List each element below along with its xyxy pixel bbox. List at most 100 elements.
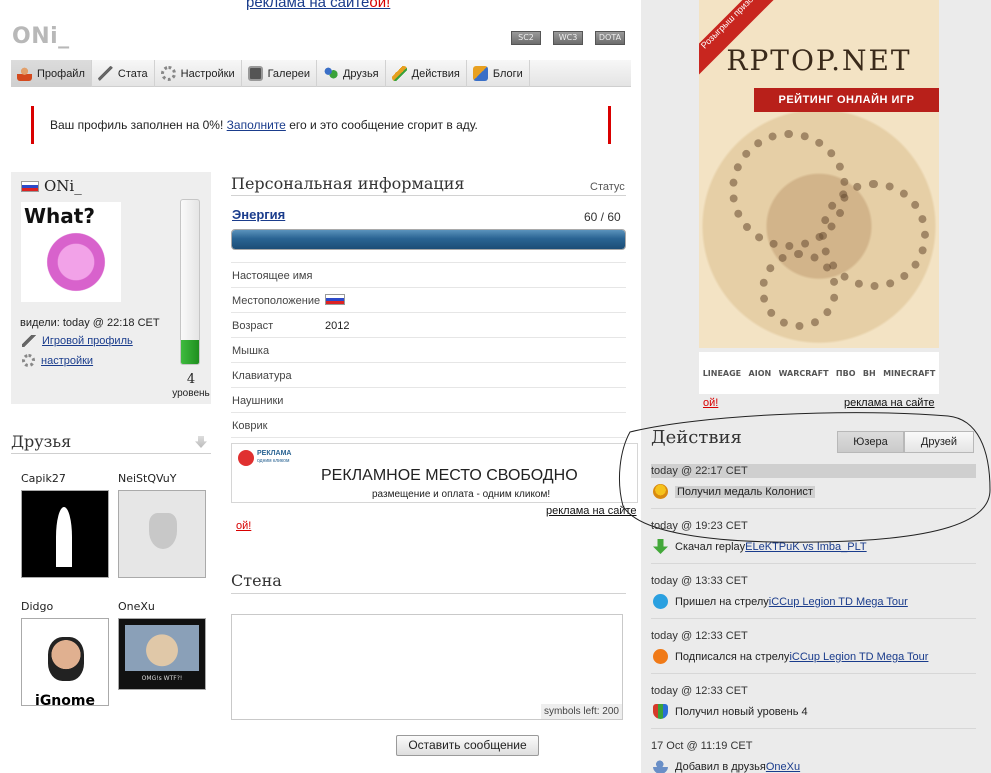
segment-user[interactable]: Юзера xyxy=(837,431,904,453)
friends-title: Друзья xyxy=(11,432,72,451)
collapse-arrow-icon[interactable] xyxy=(195,436,207,448)
activity-date: 17 Oct @ 11:19 CET xyxy=(651,740,753,752)
profile-nav-tabs: Профайл Стата Настройки Галереи Друзья Д… xyxy=(11,60,631,87)
activity-separator xyxy=(651,563,976,564)
info-row: Настоящее имя xyxy=(231,263,626,288)
ad-placeholder[interactable]: РЕКЛАМА одним кликом РЕКЛАМНОЕ МЕСТО СВО… xyxy=(231,443,638,503)
top-ad-link[interactable]: реклама на сайтеой! xyxy=(246,0,390,11)
tournament-link[interactable]: iCCup Legion TD Mega Tour xyxy=(769,596,908,608)
friend-name[interactable]: OneXu xyxy=(118,600,155,613)
activity-separator xyxy=(651,673,976,674)
activity-separator xyxy=(651,508,976,509)
game-logo[interactable]: MINECRAFT xyxy=(883,369,935,378)
friend-avatar[interactable] xyxy=(21,490,109,578)
tab-actions[interactable]: Действия xyxy=(386,60,467,87)
energy-value: 60 / 60 xyxy=(584,210,621,224)
avatar: What? xyxy=(21,202,121,302)
submit-message-button[interactable]: Оставить сообщение xyxy=(396,735,539,756)
fill-profile-link[interactable]: Заполните xyxy=(227,118,286,132)
ad-logo-sub: одним кликом xyxy=(257,458,290,464)
arrow-icon xyxy=(653,649,668,664)
reaper-figure xyxy=(56,507,72,567)
default-avatar-icon xyxy=(149,513,177,549)
russia-flag-icon xyxy=(21,181,39,192)
status-label: Статус xyxy=(590,181,625,193)
ad-oops-link[interactable]: ой! xyxy=(236,520,251,532)
pencil-icon xyxy=(391,66,407,81)
tab-settings[interactable]: Настройки xyxy=(155,60,242,87)
activity-item: Добавил в друзья OneXu xyxy=(653,759,800,773)
segment-friends[interactable]: Друзей xyxy=(904,431,974,453)
game-profile-link[interactable]: Игровой профиль xyxy=(42,335,133,347)
profile-username: ONi_ xyxy=(44,177,82,195)
activity-separator xyxy=(651,618,976,619)
friends-icon xyxy=(322,66,338,81)
friend-link[interactable]: OneXu xyxy=(766,761,800,773)
friend-name[interactable]: Didgo xyxy=(21,600,53,613)
activity-item: Скачал replay ELeKTPuK vs Imba_PLT xyxy=(653,539,867,554)
activity-date: today @ 19:23 CET xyxy=(651,520,748,532)
ad-logo-text: РЕКЛАМА xyxy=(257,450,292,457)
rptop-banner[interactable]: Розыгрыш призов RPTOP.NET РЕЙТИНГ ОНЛАЙН… xyxy=(699,0,939,348)
replay-link[interactable]: ELeKTPuK vs Imba_PLT xyxy=(745,541,866,553)
energy-vertical-fill xyxy=(181,340,199,364)
title-divider xyxy=(231,593,626,594)
tab-profile[interactable]: Профайл xyxy=(11,60,92,87)
game-badge-wc3[interactable]: WC3 xyxy=(553,31,583,45)
game-logos-row[interactable]: LINEAGE AION WARCRAFT ПВО ВН MINECRAFT xyxy=(699,352,939,394)
friend-avatar-caption: OMG!s WTF?! xyxy=(141,675,183,682)
game-logo[interactable]: WARCRAFT xyxy=(779,369,829,378)
settings-link[interactable]: настройки xyxy=(41,355,93,367)
profile-card: ONi_ What? видели: today @ 22:18 CET Игр… xyxy=(11,172,211,404)
activity-separator xyxy=(651,728,976,729)
game-logo[interactable]: LINEAGE xyxy=(703,369,741,378)
tournament-link[interactable]: iCCup Legion TD Mega Tour xyxy=(789,651,928,663)
game-logo[interactable]: AION xyxy=(749,369,772,378)
banner-oops-link[interactable]: ой! xyxy=(703,397,718,409)
gear-decoration xyxy=(759,250,839,330)
face-figure xyxy=(48,637,84,681)
friend-avatar[interactable]: iGnome xyxy=(21,618,109,709)
page-title: ONi_ xyxy=(12,24,70,49)
symbols-left: symbols left: 200 xyxy=(540,704,622,719)
banner-strip: РЕЙТИНГ ОНЛАЙН ИГР xyxy=(754,88,939,112)
activity-date: today @ 22:17 CET xyxy=(651,464,976,478)
ad-subline: размещение и оплата - одним кликом! xyxy=(372,489,551,500)
wall-textarea[interactable]: symbols left: 200 xyxy=(231,614,623,720)
tab-blogs[interactable]: Блоги xyxy=(467,60,530,87)
activity-date: today @ 12:33 CET xyxy=(651,685,748,697)
tab-friends[interactable]: Друзья xyxy=(317,60,386,87)
info-row: Коврик xyxy=(231,413,626,438)
kitten-photo xyxy=(125,625,199,671)
game-logo[interactable]: ВН xyxy=(863,369,876,378)
tab-stats[interactable]: Стата xyxy=(92,60,155,87)
info-row: Возраст 2012 xyxy=(231,313,626,338)
game-logo[interactable]: ПВО xyxy=(836,369,856,378)
blog-icon xyxy=(472,66,488,81)
personal-info-title: Персональная информация xyxy=(231,174,465,193)
activity-item: Получил медаль Колонист xyxy=(653,484,815,499)
add-friend-icon xyxy=(653,759,668,773)
user-icon xyxy=(17,66,32,81)
banner-ad-link[interactable]: реклама на сайте xyxy=(844,397,935,409)
download-icon xyxy=(653,539,668,554)
friend-avatar[interactable] xyxy=(118,490,206,578)
stats-icon xyxy=(97,66,113,81)
game-badge-dota[interactable]: DOTA xyxy=(595,31,625,45)
activity-title: Действия xyxy=(651,427,742,448)
wall-title: Стена xyxy=(231,571,282,590)
friend-avatar[interactable]: OMG!s WTF?! xyxy=(118,618,206,690)
friend-avatar-caption: iGnome xyxy=(35,693,95,709)
medal-icon xyxy=(653,484,668,499)
friend-name[interactable]: NeiStQVuY xyxy=(118,472,176,485)
activity-item: Получил новый уровень 4 xyxy=(653,704,808,719)
energy-vertical-bar xyxy=(180,199,200,365)
activity-date: today @ 12:33 CET xyxy=(651,630,748,642)
info-row: Мышка xyxy=(231,338,626,363)
level-label: уровень xyxy=(172,388,210,399)
energy-link[interactable]: Энергия xyxy=(232,207,285,222)
activity-item: Подписался на стрелу iCCup Legion TD Meg… xyxy=(653,649,928,664)
friend-name[interactable]: Capik27 xyxy=(21,472,66,485)
game-badge-sc2[interactable]: SC2 xyxy=(511,31,541,45)
tab-gallery[interactable]: Галереи xyxy=(242,60,317,87)
